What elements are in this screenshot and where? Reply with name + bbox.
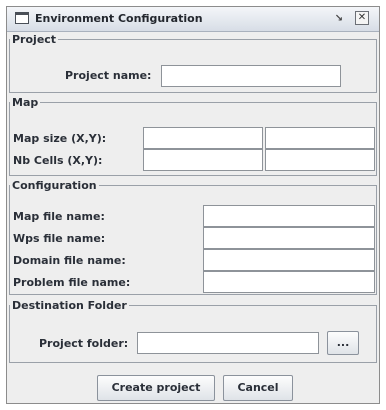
environment-configuration-dialog: Environment Configuration ↘ ✕ Project Pr… — [6, 6, 380, 404]
wps-file-input[interactable] — [203, 227, 375, 249]
project-name-input[interactable] — [161, 65, 341, 87]
map-file-input[interactable] — [203, 205, 375, 227]
nb-cells-y-input[interactable] — [265, 149, 375, 171]
close-icon[interactable]: ✕ — [355, 11, 369, 25]
configuration-legend: Configuration — [12, 179, 97, 192]
nb-cells-label: Nb Cells (X,Y): — [13, 154, 103, 167]
project-name-label: Project name: — [65, 69, 152, 82]
cancel-button[interactable]: Cancel — [223, 375, 293, 401]
wps-file-label: Wps file name: — [13, 232, 106, 245]
problem-file-label: Problem file name: — [13, 276, 131, 289]
restore-icon[interactable]: ↘ — [331, 11, 347, 27]
map-file-label: Map file name: — [13, 210, 105, 223]
project-folder-label: Project folder: — [39, 337, 129, 350]
create-project-button[interactable]: Create project — [97, 375, 215, 401]
problem-file-input[interactable] — [203, 271, 375, 293]
domain-file-input[interactable] — [203, 249, 375, 271]
project-legend: Project — [12, 33, 57, 46]
map-size-x-input[interactable] — [143, 127, 263, 149]
project-folder-input[interactable] — [137, 332, 319, 354]
window-icon — [15, 12, 29, 24]
map-size-y-input[interactable] — [265, 127, 375, 149]
map-size-label: Map size (X,Y): — [13, 132, 107, 145]
map-legend: Map — [12, 96, 39, 109]
title-bar[interactable]: Environment Configuration ↘ ✕ — [7, 7, 379, 32]
nb-cells-x-input[interactable] — [143, 149, 263, 171]
destination-legend: Destination Folder — [12, 299, 127, 312]
domain-file-label: Domain file name: — [13, 254, 126, 267]
window-title: Environment Configuration — [35, 12, 203, 25]
browse-folder-button[interactable]: ... — [327, 331, 359, 355]
